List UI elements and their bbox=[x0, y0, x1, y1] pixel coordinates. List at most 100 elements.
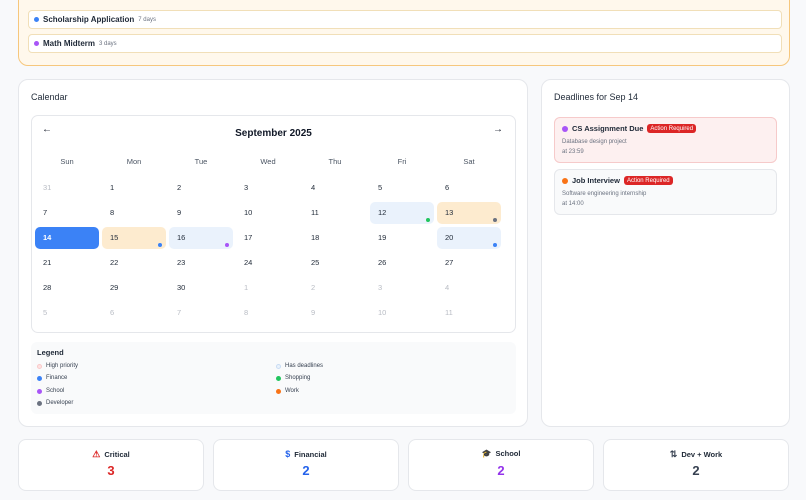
calendar-day[interactable]: 18 bbox=[303, 227, 367, 249]
calendar-day[interactable]: 6 bbox=[437, 177, 501, 199]
weekday-header: Thu bbox=[328, 157, 342, 166]
calendar-day[interactable]: 23 bbox=[169, 252, 233, 274]
calendar-day[interactable]: 15 bbox=[102, 227, 166, 249]
day-number: 29 bbox=[110, 283, 119, 292]
legend-item-work: Work bbox=[276, 388, 299, 394]
swatch bbox=[37, 388, 42, 394]
deadline-item[interactable]: CS Assignment Due Action Required Databa… bbox=[554, 117, 777, 163]
calendar-day-selected[interactable]: 14 bbox=[35, 227, 99, 249]
calendar-day[interactable]: 7 bbox=[169, 302, 233, 324]
event-dot bbox=[492, 242, 497, 247]
calendar-day[interactable]: 30 bbox=[169, 277, 233, 299]
calendar-card: Calendar ← September 2025 → Sun Mon Tue Wed… bbox=[18, 79, 528, 427]
calendar-day[interactable]: 1 bbox=[236, 277, 300, 299]
calendar-day[interactable]: 24 bbox=[236, 252, 300, 274]
day-number: 10 bbox=[244, 208, 253, 217]
deadline-title: CS Assignment Due bbox=[572, 124, 644, 133]
day-number: 5 bbox=[43, 308, 48, 317]
day-number: 6 bbox=[110, 308, 115, 317]
day-number: 31 bbox=[43, 183, 52, 192]
day-number: 1 bbox=[244, 283, 249, 292]
calendar-day[interactable]: 28 bbox=[35, 277, 99, 299]
day-number: 7 bbox=[43, 208, 48, 217]
calendar-day[interactable]: 27 bbox=[437, 252, 501, 274]
day-number: 17 bbox=[244, 233, 253, 242]
legend-label: School bbox=[46, 388, 65, 394]
deadline-description: Software engineering internship bbox=[562, 191, 647, 197]
calendar-day[interactable]: 10 bbox=[236, 202, 300, 224]
legend-label: Work bbox=[285, 388, 299, 394]
calendar-day[interactable]: 25 bbox=[303, 252, 367, 274]
day-number: 22 bbox=[110, 258, 119, 267]
legend-item-has-deadlines: Has deadlines bbox=[276, 363, 323, 369]
legend-item-school: School bbox=[37, 388, 64, 394]
calendar-day[interactable]: 4 bbox=[437, 277, 501, 299]
stat-label: Critical bbox=[104, 450, 130, 459]
calendar-day[interactable]: 2 bbox=[303, 277, 367, 299]
calendar-day[interactable]: 4 bbox=[303, 177, 367, 199]
calendar-day[interactable]: 6 bbox=[102, 302, 166, 324]
calendar-day[interactable]: 10 bbox=[370, 302, 434, 324]
calendar-day[interactable]: 9 bbox=[303, 302, 367, 324]
calendar-day[interactable]: 9 bbox=[169, 202, 233, 224]
day-number: 2 bbox=[177, 183, 182, 192]
swatch bbox=[276, 388, 281, 394]
calendar-day[interactable]: 8 bbox=[102, 202, 166, 224]
calendar-day[interactable]: 20 bbox=[437, 227, 501, 249]
calendar-day[interactable]: 3 bbox=[370, 277, 434, 299]
calendar-day[interactable]: 17 bbox=[236, 227, 300, 249]
day-number: 10 bbox=[378, 308, 387, 317]
calendar-day[interactable]: 7 bbox=[35, 202, 99, 224]
arrow-right-icon: → bbox=[493, 124, 503, 135]
event-dot bbox=[157, 242, 162, 247]
calendar-day[interactable]: 13 bbox=[437, 202, 501, 224]
weekday-header: Sun bbox=[60, 157, 74, 166]
stat-label: Financial bbox=[294, 449, 327, 459]
legend-item-shopping: Shopping bbox=[276, 375, 310, 381]
upcoming-title: Scholarship Application bbox=[43, 15, 135, 24]
day-number: 8 bbox=[244, 308, 249, 317]
upcoming-item[interactable]: Math Midterm 3 days bbox=[28, 34, 782, 53]
warning-triangle-icon: ⚠ bbox=[92, 449, 101, 459]
calendar-day[interactable]: 16 bbox=[169, 227, 233, 249]
upcoming-panel: Scholarship Application 7 days Math Midt… bbox=[18, 0, 790, 66]
calendar-day[interactable]: 11 bbox=[437, 302, 501, 324]
calendar-day[interactable]: 5 bbox=[35, 302, 99, 324]
calendar-day[interactable]: 12 bbox=[370, 202, 434, 224]
deadline-item[interactable]: Job Interview Action Required Software e… bbox=[554, 169, 777, 215]
calendar-day[interactable]: 8 bbox=[236, 302, 300, 324]
swatch bbox=[276, 375, 281, 381]
upcoming-when: 7 days bbox=[138, 16, 156, 23]
stat-critical: ⚠ Critical 3 bbox=[18, 439, 204, 491]
calendar-day[interactable]: 31 bbox=[35, 177, 99, 199]
calendar-day[interactable]: 26 bbox=[370, 252, 434, 274]
swatch bbox=[37, 400, 42, 406]
calendar-day[interactable]: 29 bbox=[102, 277, 166, 299]
calendar-day[interactable]: 2 bbox=[169, 177, 233, 199]
day-number: 8 bbox=[110, 208, 115, 217]
calendar-day[interactable]: 3 bbox=[236, 177, 300, 199]
event-dot bbox=[492, 217, 497, 222]
day-number: 11 bbox=[445, 308, 453, 317]
weekday-header: Wed bbox=[260, 157, 276, 166]
calendar-day[interactable]: 5 bbox=[370, 177, 434, 199]
next-month-button[interactable]: → bbox=[493, 124, 503, 135]
weekday-header: Fri bbox=[397, 157, 407, 166]
stat-label: School bbox=[495, 449, 521, 458]
calendar-grid: ← September 2025 → Sun Mon Tue Wed Thu Fri Sat… bbox=[31, 115, 516, 333]
deadlines-card: Deadlines for Sep 14 CS Assignment Due A… bbox=[541, 79, 790, 427]
day-number: 9 bbox=[177, 208, 182, 217]
legend-title: Legend bbox=[37, 348, 64, 357]
calendar-day[interactable]: 21 bbox=[35, 252, 99, 274]
stat-value: 2 bbox=[692, 463, 700, 478]
calendar-day[interactable]: 22 bbox=[102, 252, 166, 274]
calendar-day[interactable]: 11 bbox=[303, 202, 367, 224]
calendar-day[interactable]: 19 bbox=[370, 227, 434, 249]
upcoming-item[interactable]: Scholarship Application 7 days bbox=[28, 10, 782, 29]
day-number: 27 bbox=[445, 258, 454, 267]
action-required-badge: Action Required bbox=[623, 176, 673, 185]
day-number: 26 bbox=[378, 258, 387, 267]
deadline-time: at 23:59 bbox=[562, 149, 584, 155]
legend-item-developer: Developer bbox=[37, 400, 73, 406]
calendar-day[interactable]: 1 bbox=[102, 177, 166, 199]
